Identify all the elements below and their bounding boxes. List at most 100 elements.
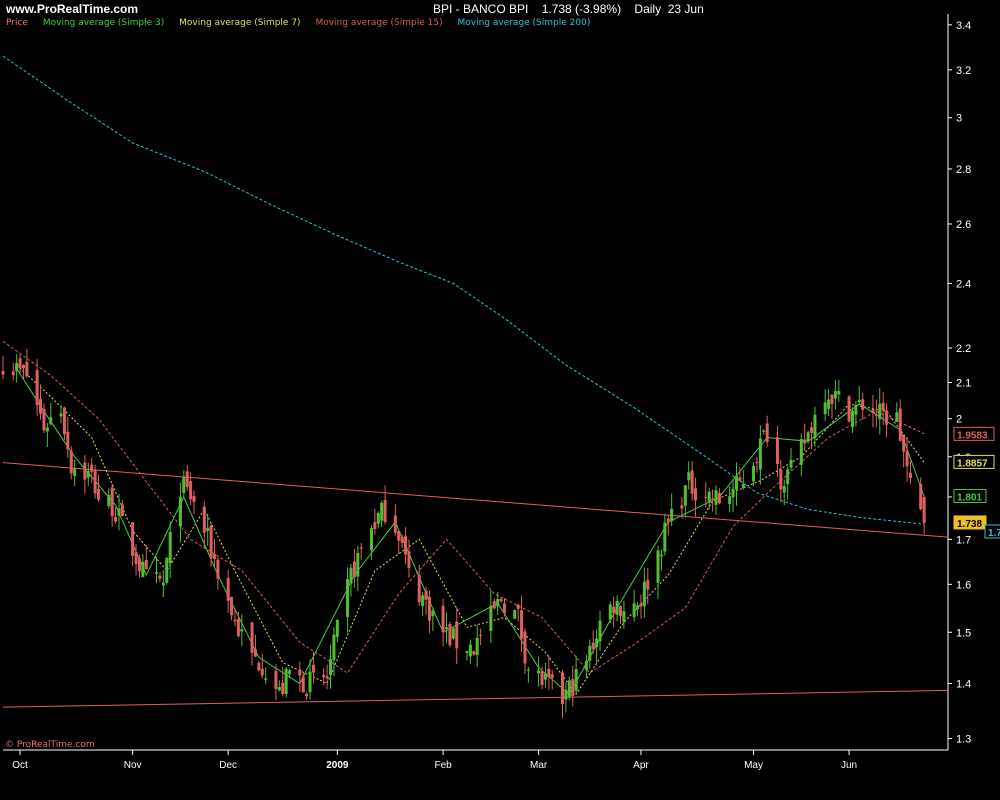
candle-body — [683, 485, 687, 506]
candle-body — [49, 417, 53, 425]
candle-body — [728, 496, 732, 505]
y-tick-label: 2 — [956, 414, 962, 426]
candle-body — [810, 427, 814, 433]
candle-body — [520, 610, 524, 639]
candle-body — [431, 610, 435, 617]
candle-body — [516, 604, 520, 609]
candle-body — [714, 490, 718, 505]
candle-body — [274, 671, 278, 689]
candle-body — [537, 670, 541, 674]
candle-body — [591, 642, 595, 649]
candle-body — [356, 553, 360, 577]
candle-body — [250, 622, 254, 653]
candle-body — [833, 391, 837, 399]
candle-body — [213, 554, 217, 559]
x-tick-label: May — [744, 760, 763, 771]
candle-body — [35, 370, 39, 406]
candle-body — [329, 659, 333, 675]
candle-body — [694, 488, 698, 501]
candle-body — [359, 547, 363, 549]
y-tick-label: 2.1 — [956, 378, 971, 390]
copyright: © ProRealTime.com — [5, 740, 95, 750]
candle-body — [131, 522, 135, 556]
candle-body — [588, 645, 592, 661]
candle-body — [765, 423, 769, 443]
price-tag-label: 1.8857 — [957, 458, 988, 469]
candle-body — [540, 671, 544, 686]
candle-body — [755, 462, 759, 464]
candle-body — [257, 662, 261, 671]
candle-body — [335, 620, 339, 637]
x-tick-label: Oct — [12, 760, 28, 771]
candle-body — [90, 464, 94, 472]
candle-body — [830, 394, 834, 405]
candle-body — [264, 678, 268, 680]
candle-body — [803, 439, 807, 444]
candle-body — [332, 634, 336, 661]
candle-body — [895, 412, 899, 422]
candle-body — [874, 415, 878, 417]
candle-body — [301, 676, 305, 693]
candle-body — [308, 671, 312, 693]
candle-body — [632, 603, 636, 618]
candle-body — [881, 402, 885, 411]
candle-body — [39, 399, 43, 414]
candle-body — [526, 669, 530, 671]
candle-body — [608, 604, 612, 620]
candle-body — [827, 399, 831, 409]
candle-body — [311, 664, 315, 673]
candle-body — [86, 471, 90, 478]
candle-body — [206, 527, 210, 531]
candle-body — [161, 582, 165, 586]
x-tick-label: Apr — [633, 760, 649, 771]
candle-body — [400, 536, 404, 543]
candle-body — [380, 502, 384, 521]
candle-body — [871, 409, 875, 414]
upper-trendline — [2, 462, 949, 538]
candle-body — [472, 651, 476, 655]
candle-body — [762, 430, 766, 432]
candle-body — [574, 669, 578, 691]
candle-body — [376, 513, 380, 524]
candle-body — [854, 404, 858, 415]
candle-body — [513, 610, 517, 619]
x-tick-label: Dec — [219, 760, 237, 771]
candle-body — [468, 644, 472, 657]
candle-body — [656, 550, 660, 583]
candle-body — [850, 410, 854, 428]
candle-body — [277, 687, 281, 691]
candle-body — [73, 468, 77, 476]
y-tick-label: 1.5 — [956, 627, 971, 639]
candle-body — [192, 495, 196, 503]
price-tag-label: 1.9583 — [957, 430, 988, 441]
y-tick-label: 3.2 — [956, 65, 971, 77]
candle-body — [236, 618, 240, 637]
candle-body — [878, 403, 882, 420]
candle-body — [523, 631, 527, 664]
x-tick-label: Jun — [841, 760, 857, 771]
candle-body — [919, 484, 923, 510]
candle-body — [567, 680, 571, 697]
candle-body — [779, 469, 783, 490]
candle-body — [738, 477, 742, 481]
candle-body — [646, 579, 650, 590]
candle-body — [687, 472, 691, 481]
candle-body — [97, 488, 101, 500]
candle-body — [496, 598, 500, 607]
candle-body — [18, 358, 22, 368]
price-tag-label: 1.801 — [957, 493, 982, 504]
candle-body — [789, 459, 793, 468]
candle-body — [404, 536, 408, 555]
candle-body — [346, 579, 350, 617]
candle-body — [885, 410, 889, 425]
x-tick-label: Mar — [530, 760, 548, 771]
candle-body — [734, 475, 738, 490]
candle-body — [349, 567, 353, 584]
y-tick-label: 2.8 — [956, 164, 971, 176]
candle-body — [489, 605, 493, 631]
y-tick-label: 2.2 — [956, 343, 971, 355]
candle-body — [185, 471, 189, 487]
candle-body — [189, 481, 193, 500]
candle-body — [711, 498, 715, 500]
candle-body — [117, 508, 121, 516]
